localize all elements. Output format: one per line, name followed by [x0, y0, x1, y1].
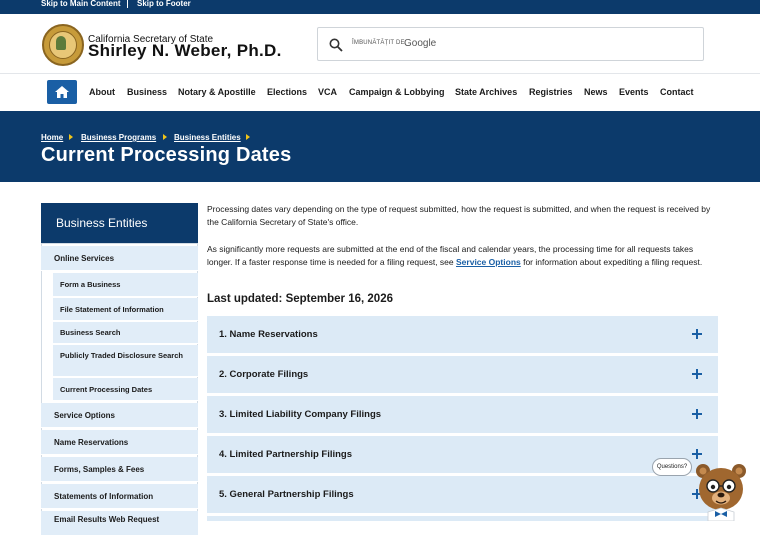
- page-title: Current Processing Dates: [41, 144, 292, 166]
- home-button[interactable]: [47, 80, 77, 104]
- sidebar-subitem-business-search[interactable]: Business Search: [53, 322, 198, 344]
- sidebar-item-email-results[interactable]: Email Results Web Request: [41, 511, 198, 536]
- sidebar-subitem-file-statement[interactable]: File Statement of Information: [53, 298, 198, 321]
- accordion-label: 3. Limited Liability Company Filings: [219, 409, 382, 420]
- expand-plus-icon[interactable]: [692, 329, 702, 339]
- nav-registries[interactable]: Registries: [529, 87, 573, 97]
- skip-divider: [127, 0, 128, 8]
- breadcrumb-arrow-icon: [246, 134, 250, 140]
- nav-elections[interactable]: Elections: [267, 87, 307, 97]
- expedite-paragraph: As significantly more requests are submi…: [207, 243, 717, 268]
- nav-about[interactable]: About: [89, 87, 115, 97]
- nav-state-archives[interactable]: State Archives: [455, 87, 517, 97]
- nav-vca[interactable]: VCA: [318, 87, 337, 97]
- expedite-text-after: for information about expediting a filin…: [520, 256, 703, 267]
- accordion-label: 4. Limited Partnership Filings: [219, 449, 353, 460]
- seal-figure: [56, 36, 66, 50]
- expand-plus-icon[interactable]: [692, 409, 702, 419]
- sidebar-subitem-publicly-traded[interactable]: Publicly Traded Disclosure Search: [53, 345, 198, 377]
- official-name[interactable]: Shirley N. Weber, Ph.D.: [88, 41, 282, 61]
- breadcrumb-business-entities[interactable]: Business Entities: [174, 133, 241, 142]
- nav-divider: [0, 73, 760, 74]
- search-input[interactable]: ÎMBUNĂTĂȚIT DE Google: [317, 27, 704, 61]
- accordion-general-partnership-filings[interactable]: 5. General Partnership Filings: [207, 476, 718, 513]
- nav-notary-apostille[interactable]: Notary & Apostille: [178, 87, 256, 97]
- accordion-label: 2. Corporate Filings: [219, 369, 309, 380]
- sidebar-subitem-form-a-business[interactable]: Form a Business: [53, 273, 198, 297]
- accordion-llc-filings[interactable]: 3. Limited Liability Company Filings: [207, 396, 718, 433]
- accordion-limited-partnership-filings[interactable]: 4. Limited Partnership Filings: [207, 436, 718, 473]
- sidebar-item-name-reservations[interactable]: Name Reservations: [41, 430, 198, 455]
- expand-plus-icon[interactable]: [692, 369, 702, 379]
- skip-to-main-link[interactable]: Skip to Main Content: [41, 0, 121, 8]
- state-seal-logo[interactable]: [42, 24, 84, 66]
- nav-contact[interactable]: Contact: [660, 87, 694, 97]
- service-options-link[interactable]: Service Options: [456, 257, 521, 267]
- breadcrumb-business-programs[interactable]: Business Programs: [81, 133, 156, 142]
- last-updated-heading: Last updated: September 16, 2026: [207, 293, 393, 305]
- expand-plus-icon[interactable]: [692, 449, 702, 459]
- sidebar-heading[interactable]: Business Entities: [41, 203, 198, 243]
- intro-paragraph: Processing dates vary depending on the t…: [207, 204, 711, 227]
- sidebar-item-online-services[interactable]: Online Services: [41, 246, 198, 271]
- home-icon: [55, 86, 69, 98]
- nav-business[interactable]: Business: [127, 87, 167, 97]
- skip-bar: Skip to Main Content Skip to Footer: [0, 0, 760, 14]
- chat-bear-mascot-icon[interactable]: [694, 462, 748, 521]
- search-powered-by: ÎMBUNĂTĂȚIT DE: [352, 40, 405, 46]
- nav-events[interactable]: Events: [619, 87, 649, 97]
- breadcrumb-arrow-icon: [69, 134, 73, 140]
- search-google-brand: Google: [404, 38, 437, 49]
- sidebar-item-statements-of-information[interactable]: Statements of Information: [41, 484, 198, 509]
- sidebar-subitem-current-processing-dates[interactable]: Current Processing Dates: [53, 378, 198, 401]
- skip-to-footer-link[interactable]: Skip to Footer: [137, 0, 191, 8]
- accordion-name-reservations[interactable]: 1. Name Reservations: [207, 316, 718, 353]
- accordion-next-partial[interactable]: [207, 516, 718, 521]
- chat-questions-bubble[interactable]: Questions?: [652, 458, 692, 476]
- accordion-corporate-filings[interactable]: 2. Corporate Filings: [207, 356, 718, 393]
- accordion-label: 5. General Partnership Filings: [219, 489, 354, 500]
- sidebar-item-forms-samples-fees[interactable]: Forms, Samples & Fees: [41, 457, 198, 482]
- nav-news[interactable]: News: [584, 87, 608, 97]
- accordion-label: 1. Name Reservations: [219, 329, 318, 340]
- breadcrumb-arrow-icon: [163, 134, 167, 140]
- breadcrumb-home[interactable]: Home: [41, 133, 63, 142]
- nav-campaign-lobbying[interactable]: Campaign & Lobbying: [349, 87, 445, 97]
- sidebar-item-service-options[interactable]: Service Options: [41, 403, 198, 428]
- search-icon[interactable]: [329, 38, 343, 52]
